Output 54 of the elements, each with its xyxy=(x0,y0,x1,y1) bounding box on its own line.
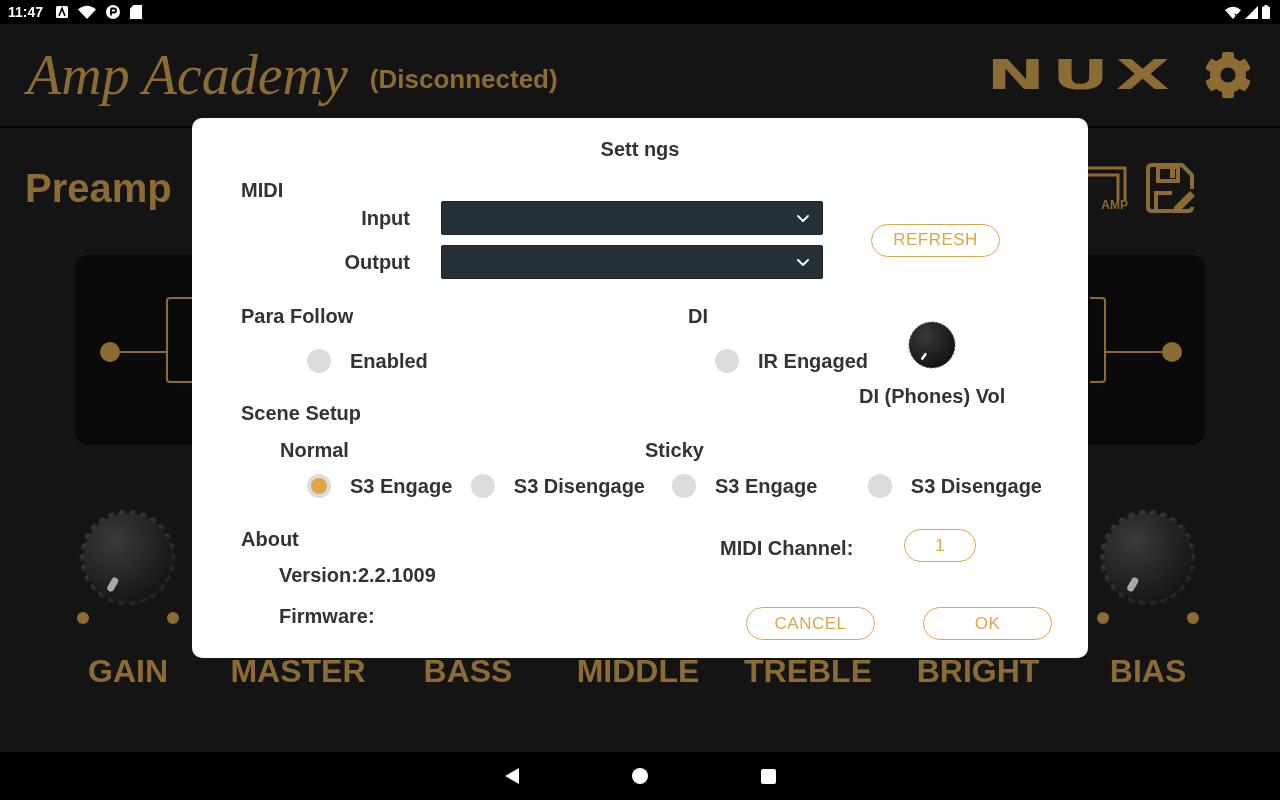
home-icon[interactable] xyxy=(632,768,648,784)
connection-status: (Disconnected) xyxy=(369,63,558,95)
section-title: Preamp xyxy=(25,165,172,212)
recents-icon[interactable] xyxy=(760,768,776,784)
field-label: Input xyxy=(361,207,410,229)
amp-frame-icon[interactable] xyxy=(1088,165,1128,200)
scale-dot-icon xyxy=(167,612,179,624)
circle-app-icon xyxy=(106,5,121,19)
radio-option[interactable]: S3 Disengage xyxy=(867,474,1042,498)
amp-label: AMP xyxy=(1101,198,1128,211)
settings-icon[interactable] xyxy=(1204,51,1252,99)
scale-dot-icon xyxy=(1097,612,1109,624)
section-heading: DI xyxy=(688,305,708,327)
section-heading: Scene Setup xyxy=(241,402,362,424)
floppy-pencil-icon[interactable] xyxy=(1146,163,1196,213)
scale-dot-icon xyxy=(1187,612,1199,624)
brand-logo: NUX xyxy=(986,55,1177,95)
battery-icon xyxy=(1262,5,1270,19)
field-label: MIDI Channel: xyxy=(720,536,855,559)
section-heading: MIDI xyxy=(241,179,284,201)
group-heading: Normal xyxy=(280,439,349,461)
section-heading: About xyxy=(241,528,299,550)
knob-label: BASS xyxy=(423,655,513,687)
knob-label: BIAS xyxy=(1109,655,1187,687)
knob-label: MIDDLE xyxy=(576,655,700,687)
chevron-down-icon xyxy=(797,258,809,266)
sd-card-icon xyxy=(130,5,143,19)
scale-dot-icon xyxy=(77,612,89,624)
knob-label: TREBLE xyxy=(744,655,872,687)
knob-label: BRIGHT xyxy=(916,655,1040,687)
knob-label: DI (Phones) Vol xyxy=(859,385,1006,407)
firmware-text: Firmware: xyxy=(279,605,375,627)
wifi-icon xyxy=(78,5,97,19)
radio-option[interactable]: S3 Engage xyxy=(307,474,453,498)
field-label: Output xyxy=(344,251,410,273)
radio-option[interactable]: Enabled xyxy=(307,349,428,373)
knob[interactable] xyxy=(908,321,957,369)
group-heading: Sticky xyxy=(645,439,704,461)
radio-option[interactable]: IR Engaged xyxy=(715,349,868,373)
knob-label: MASTER xyxy=(230,655,366,687)
wifi-off-icon xyxy=(1225,5,1241,19)
radio-option[interactable]: S3 Engage xyxy=(672,474,818,498)
section-heading: Para Follow xyxy=(241,305,354,327)
chevron-down-icon xyxy=(797,214,809,222)
knob-label: GAIN xyxy=(88,655,168,687)
version-text: Version:2.2.1009 xyxy=(279,564,436,586)
app-notification-icon xyxy=(56,6,69,18)
signal-icon xyxy=(1245,5,1258,19)
dialog-title: Sett ngs xyxy=(600,137,680,161)
radio-option[interactable]: S3 Disengage xyxy=(470,474,645,498)
port-select-field[interactable] xyxy=(441,245,823,279)
back-icon[interactable] xyxy=(505,768,519,784)
port-select-field[interactable] xyxy=(441,201,823,235)
clock-time: 11:47 xyxy=(8,4,44,20)
